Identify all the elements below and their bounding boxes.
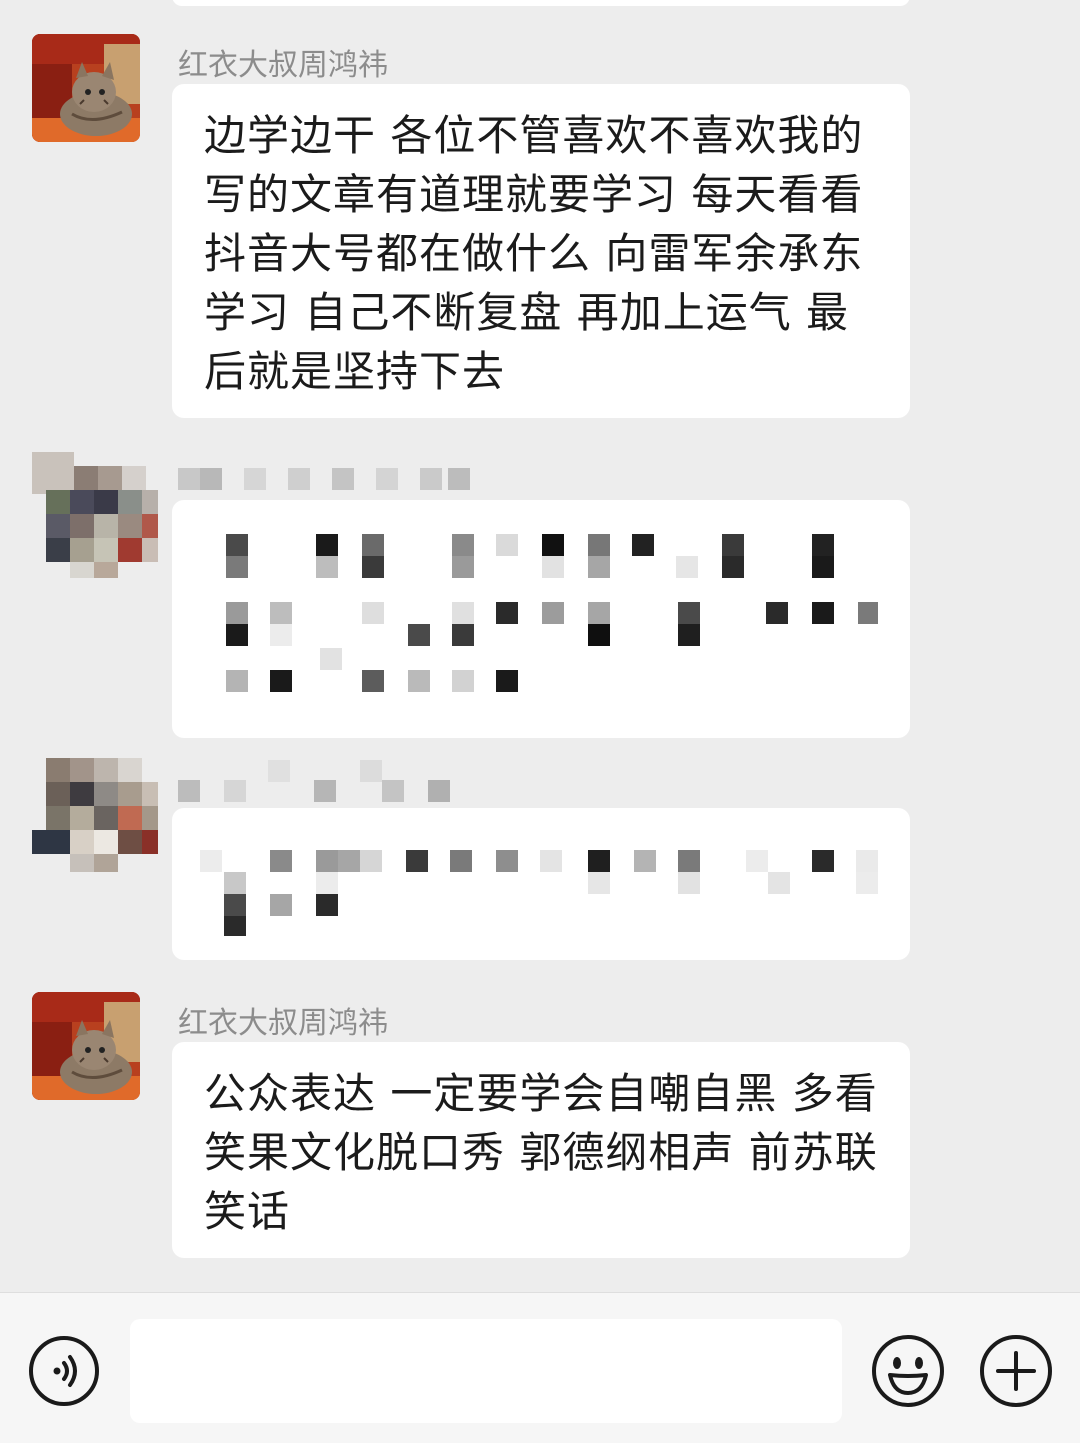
redacted-message-text (218, 532, 878, 702)
redacted-message-bubble[interactable] (172, 500, 910, 738)
sender-name: 红衣大叔周鸿祎 (178, 48, 388, 83)
redacted-message-bubble[interactable] (172, 808, 910, 960)
plus-icon (980, 1335, 1052, 1407)
cat-avatar-image (32, 34, 140, 142)
redacted-sender-name (178, 464, 478, 494)
redacted-sender-name (178, 758, 478, 804)
previous-message-bubble (172, 0, 910, 6)
cat-avatar-image (32, 992, 140, 1100)
message-input[interactable] (130, 1319, 842, 1423)
voice-icon (29, 1336, 99, 1406)
message-text: 公众表达 一定要学会自嘲自黑 多看笑果文化脱口秀 郭德纲相声 前苏联笑话 (204, 1069, 878, 1236)
message-bubble[interactable]: 边学边干 各位不管喜欢不喜欢我的 写的文章有道理就要学习 每天看看抖音大号都在做… (172, 84, 910, 418)
voice-button[interactable] (28, 1335, 100, 1407)
message-text: 边学边干 各位不管喜欢不喜欢我的 写的文章有道理就要学习 每天看看抖音大号都在做… (204, 111, 864, 396)
redacted-avatar (32, 758, 158, 872)
avatar[interactable] (32, 992, 140, 1100)
more-button[interactable] (978, 1333, 1054, 1409)
emoji-icon (872, 1335, 944, 1407)
emoji-button[interactable] (870, 1333, 946, 1409)
sender-name: 红衣大叔周鸿祎 (178, 1006, 388, 1041)
message-bubble[interactable]: 公众表达 一定要学会自嘲自黑 多看笑果文化脱口秀 郭德纲相声 前苏联笑话 (172, 1042, 910, 1258)
chat-input-bar (0, 1292, 1080, 1443)
avatar[interactable] (32, 34, 140, 142)
redacted-message-text (200, 848, 890, 938)
redacted-avatar (32, 452, 158, 578)
